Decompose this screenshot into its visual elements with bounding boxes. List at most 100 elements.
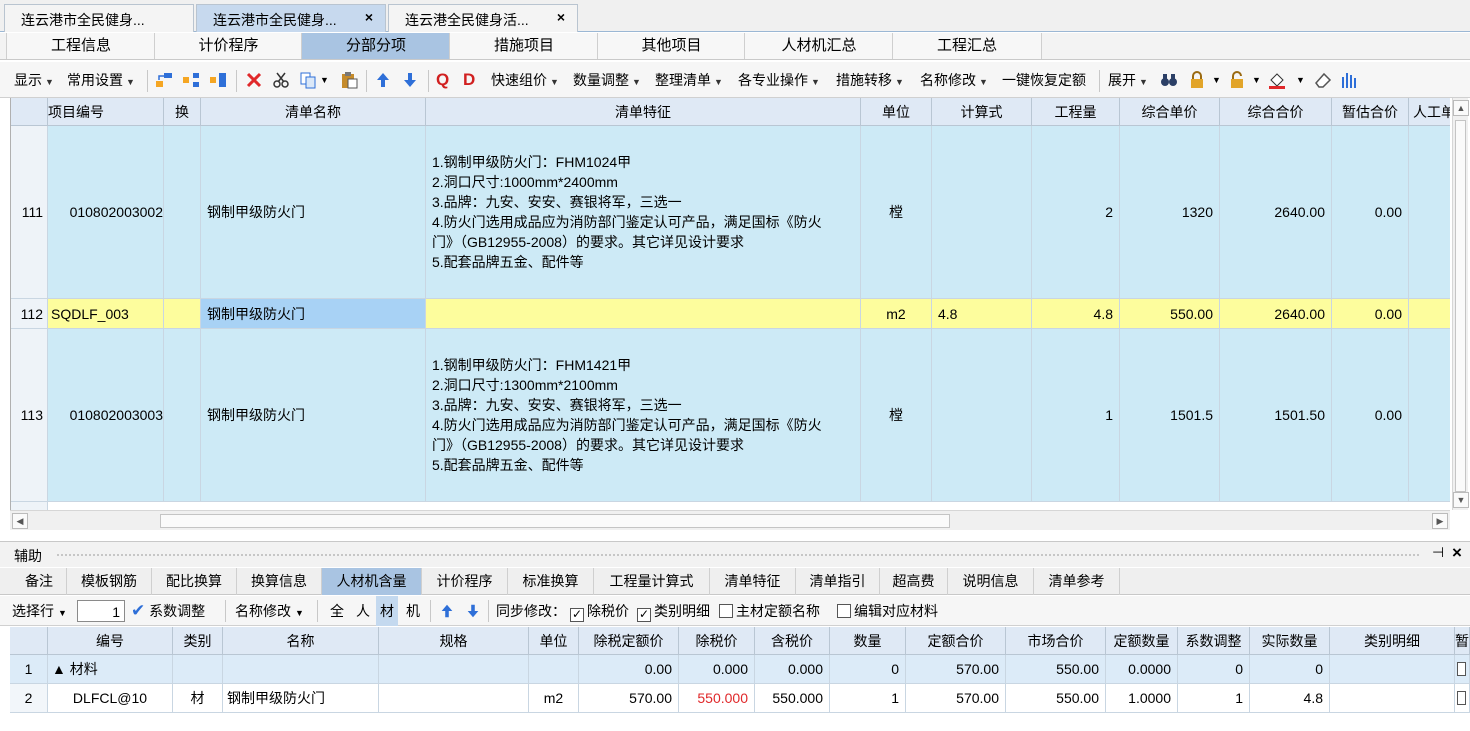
cell-unit[interactable]: 樘	[861, 126, 932, 299]
add-sub-item-icon[interactable]	[209, 71, 227, 89]
tab-notes[interactable]: 备注	[12, 568, 67, 595]
cell-market-total[interactable]: 550.00	[1006, 684, 1106, 713]
cell-unit[interactable]: m2	[861, 299, 932, 329]
cell-replace[interactable]	[164, 299, 201, 329]
paste-icon[interactable]	[340, 71, 358, 89]
cell-quantity[interactable]: 1	[1032, 329, 1120, 502]
tab-quantity-formula[interactable]: 工程量计算式	[594, 568, 710, 595]
delete-icon[interactable]	[245, 71, 263, 89]
header-coef-adjust[interactable]: 系数调整	[1178, 627, 1250, 655]
header-quota-price[interactable]: 除税定额价	[579, 627, 679, 655]
close-icon[interactable]: ×	[1452, 543, 1462, 563]
organize-list-menu[interactable]: 整理清单 ▼	[655, 62, 723, 98]
row-number[interactable]: 111	[11, 126, 48, 299]
cell-formula[interactable]	[932, 126, 1032, 299]
cell-list-features[interactable]: 1.钢制甲级防火门：FHM1421甲 2.洞口尺寸:1300mm*2100mm …	[426, 329, 861, 502]
cell-quota-price[interactable]: 570.00	[579, 684, 679, 713]
cell-quota-qty[interactable]: 1.0000	[1106, 684, 1178, 713]
cell-unit[interactable]	[529, 655, 579, 684]
cell-list-name[interactable]: 钢制甲级防火门	[201, 329, 426, 502]
cell-quota-total[interactable]: 570.00	[906, 655, 1006, 684]
header-code[interactable]: 编号	[48, 627, 173, 655]
header-quantity[interactable]: 工程量	[1032, 98, 1120, 126]
header-labor-price[interactable]: 人工单	[1409, 98, 1450, 126]
chevron-down-icon[interactable]: ▼	[1296, 62, 1305, 98]
tab-pricing-procedure[interactable]: 计价程序	[422, 568, 508, 595]
tab-pricing-procedure[interactable]: 计价程序	[154, 33, 303, 59]
header-unit[interactable]: 单位	[529, 627, 579, 655]
header-list-features[interactable]: 清单特征	[426, 98, 861, 126]
cell-est-total[interactable]: 0.00	[1332, 299, 1409, 329]
cell-unit-price[interactable]: 550.00	[1120, 299, 1220, 329]
header-category-detail[interactable]: 类别明细	[1330, 627, 1455, 655]
tab-conversion-info[interactable]: 换算信息	[237, 568, 322, 595]
tab-measures[interactable]: 措施项目	[449, 33, 599, 59]
cell-category[interactable]	[173, 655, 223, 684]
tab-labor-material-summary[interactable]: 人材机汇总	[744, 33, 894, 59]
cell-quantity[interactable]: 0	[830, 655, 906, 684]
cell-list-name[interactable]: 钢制甲级防火门	[201, 126, 426, 299]
drag-grip[interactable]	[56, 553, 1420, 557]
close-icon[interactable]: ×	[557, 9, 565, 25]
eraser-icon[interactable]	[1314, 71, 1332, 89]
cell-labor-price[interactable]	[1409, 126, 1450, 299]
cell-item-code[interactable]: 010802003002	[48, 126, 164, 299]
coefficient-input[interactable]: 1	[77, 600, 125, 622]
binoculars-icon[interactable]	[1160, 71, 1178, 89]
quick-group-price-menu[interactable]: 快速组价 ▼	[491, 62, 559, 98]
cell-tax-incl-price[interactable]: 550.000	[755, 684, 830, 713]
header-quota-qty[interactable]: 定额数量	[1106, 627, 1178, 655]
tab-project-summary[interactable]: 工程汇总	[892, 33, 1042, 59]
insert-item-icon[interactable]	[155, 71, 173, 89]
doc-tab-2[interactable]: 连云港市全民健身... ×	[196, 4, 386, 32]
cell-unit-price[interactable]: 1320	[1120, 126, 1220, 299]
query-q-icon[interactable]: Q	[436, 62, 449, 98]
filter-machine[interactable]: 机	[406, 596, 420, 626]
cell-total-price[interactable]: 2640.00	[1220, 126, 1332, 299]
tab-other-items[interactable]: 其他项目	[597, 33, 746, 59]
tab-mix-conversion[interactable]: 配比换算	[152, 568, 237, 595]
cell-name[interactable]: 钢制甲级防火门	[223, 684, 379, 713]
cell-spec[interactable]	[379, 684, 529, 713]
header-spec[interactable]: 规格	[379, 627, 529, 655]
tab-list-guide[interactable]: 清单指引	[796, 568, 880, 595]
cell-labor-price[interactable]	[1409, 329, 1450, 502]
coef-adjust-button[interactable]: ✔ 系数调整	[131, 596, 205, 626]
chevron-down-icon[interactable]: ▼	[1252, 62, 1261, 98]
cell-list-name-selected[interactable]: 钢制甲级防火门	[201, 299, 426, 329]
header-item-code[interactable]: 项目编号	[48, 98, 164, 126]
header-replace[interactable]: 换	[164, 98, 201, 126]
cell-unit[interactable]: m2	[529, 684, 579, 713]
scroll-up-icon[interactable]: ▲	[1453, 100, 1469, 116]
display-menu[interactable]: 显示 ▼	[14, 62, 54, 98]
move-up-icon[interactable]	[439, 603, 455, 619]
cell-formula[interactable]: 4.8	[932, 299, 1032, 329]
row-index[interactable]: 2	[10, 684, 48, 713]
tab-labor-material-content[interactable]: 人材机含量	[322, 568, 422, 595]
header-market-total[interactable]: 市场合价	[1006, 627, 1106, 655]
tab-sub-items[interactable]: 分部分项	[301, 33, 451, 59]
header-category[interactable]: 类别	[173, 627, 223, 655]
restore-quota-button[interactable]: 一键恢复定额	[1002, 62, 1086, 98]
cell-item-code[interactable]: 010802003003	[48, 329, 164, 502]
specialty-ops-menu[interactable]: 各专业操作 ▼	[738, 62, 820, 98]
scroll-left-icon[interactable]: ◀	[12, 513, 28, 529]
cell-list-features[interactable]: 1.钢制甲级防火门：FHM1024甲 2.洞口尺寸:1000mm*2400mm …	[426, 126, 861, 299]
lock-icon[interactable]	[1188, 71, 1206, 89]
bar-chart-icon[interactable]	[1341, 71, 1359, 89]
cell-labor-price[interactable]	[1409, 299, 1450, 329]
copy-icon[interactable]	[299, 71, 317, 89]
vertical-scrollbar[interactable]: ▲ ▼	[1452, 98, 1469, 510]
move-down-icon[interactable]	[465, 603, 481, 619]
row-index[interactable]: 1	[10, 655, 48, 684]
cell-category-detail[interactable]	[1330, 684, 1455, 713]
cell-category-detail[interactable]	[1330, 655, 1455, 684]
filter-material[interactable]: 材	[376, 596, 398, 626]
row-number[interactable]: 113	[11, 329, 48, 502]
header-quantity[interactable]: 数量	[830, 627, 906, 655]
cell-total-price[interactable]: 2640.00	[1220, 299, 1332, 329]
cell-quantity[interactable]: 2	[1032, 126, 1120, 299]
cell-quota-total[interactable]: 570.00	[906, 684, 1006, 713]
cell-est-total[interactable]: 0.00	[1332, 329, 1409, 502]
cell-replace[interactable]	[164, 329, 201, 502]
